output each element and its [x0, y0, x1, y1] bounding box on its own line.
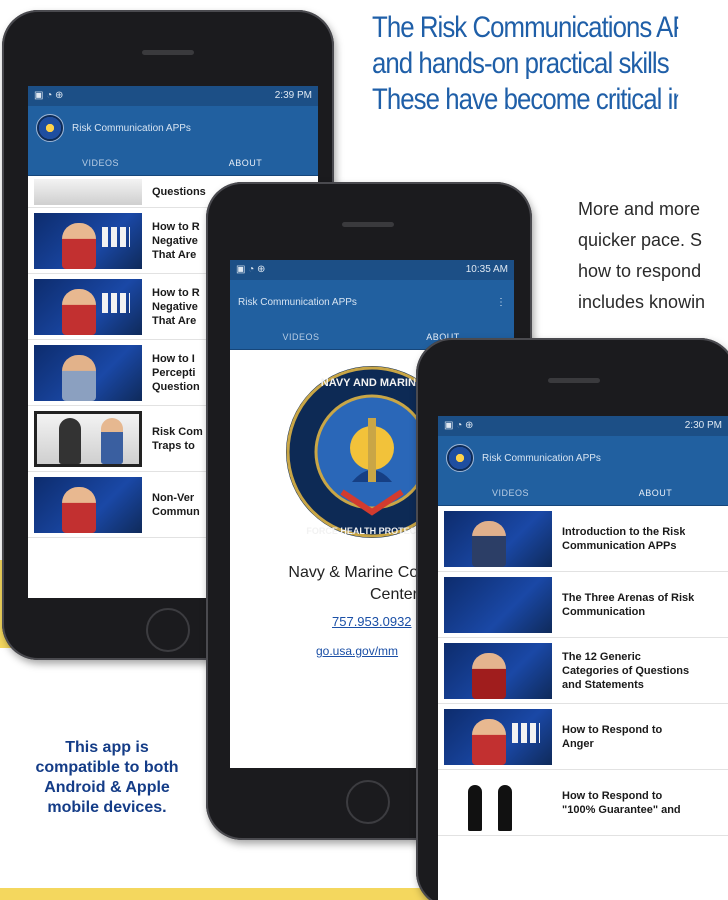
phone-right-screen: ▣ ◔ ⊕ 2:30 PM Risk Communication APPs VI… — [438, 416, 728, 900]
video-title: How to Respond to — [562, 723, 663, 736]
app-title: Risk Communication APPs — [72, 122, 191, 134]
video-title: That Are — [152, 314, 197, 327]
tab-about[interactable]: ABOUT — [583, 480, 728, 505]
headline: The Risk Communications AP and hands-on … — [372, 10, 678, 118]
video-title: The Three Arenas of Risk — [562, 591, 695, 604]
video-title: Commun — [152, 505, 200, 518]
video-title: Non-Ver — [152, 491, 195, 504]
compat-line-3: Android & Apple — [44, 779, 170, 796]
video-title: Communication — [562, 605, 646, 618]
video-thumbnail — [34, 178, 142, 205]
video-thumbnail — [34, 344, 142, 401]
phone-mid-speaker — [342, 222, 394, 227]
tab-videos[interactable]: VIDEOS — [28, 150, 173, 175]
video-title: How to R — [152, 286, 200, 299]
video-title: "100% Guarantee" and — [562, 803, 681, 816]
video-title: How to I — [152, 352, 195, 365]
phone-left-home-button — [146, 608, 190, 652]
video-thumbnail — [34, 278, 142, 335]
status-icons: ▣ ◔ ⊕ — [236, 264, 266, 275]
phone-right: ▣ ◔ ⊕ 2:30 PM Risk Communication APPs VI… — [416, 338, 728, 900]
app-title: Risk Communication APPs — [482, 452, 601, 464]
list-item[interactable]: How to Respond to Anger — [438, 704, 728, 770]
overflow-menu-icon[interactable]: ⋮ — [496, 297, 506, 308]
video-title: Percepti — [152, 366, 196, 379]
website-link[interactable]: go.usa.gov/mm — [316, 644, 398, 658]
compat-line-4: mobile devices. — [47, 799, 167, 816]
headline-line-2: and hands-on practical skills — [372, 47, 670, 80]
video-title: Categories of Questions — [562, 664, 690, 677]
app-bar: Risk Communication APPs — [438, 436, 728, 480]
list-item[interactable]: Introduction to the Risk Communication A… — [438, 506, 728, 572]
phone-left-speaker — [142, 50, 194, 55]
status-icons: ▣ ◔ ⊕ — [34, 90, 64, 101]
paragraph-line-1: More and more — [578, 199, 701, 219]
compat-line-2: compatible to both — [35, 759, 179, 776]
app-logo-icon — [446, 444, 474, 472]
tab-videos[interactable]: VIDEOS — [230, 324, 372, 349]
video-title: Questions — [152, 185, 206, 198]
tab-videos[interactable]: VIDEOS — [438, 480, 583, 505]
video-title: and Statements — [562, 678, 644, 691]
list-item[interactable]: The Three Arenas of Risk Communication — [438, 572, 728, 638]
video-title: Question — [152, 380, 200, 393]
video-thumbnail — [444, 642, 552, 699]
video-thumbnail — [34, 212, 142, 269]
app-title: Risk Communication APPs — [238, 296, 357, 308]
status-time: 2:39 PM — [274, 90, 312, 101]
video-title: That Are — [152, 248, 197, 261]
phone-mid-home-button — [346, 780, 390, 824]
video-title: Traps to — [152, 439, 195, 452]
status-icons: ▣ ◔ ⊕ — [444, 420, 474, 431]
video-thumbnail — [34, 410, 142, 467]
seal-top-text: NAVY AND MARINE — [321, 377, 423, 389]
paragraph-line-4: includes knowin — [578, 292, 706, 312]
compat-line-1: This app is — [65, 739, 149, 756]
app-bar: Risk Communication APPs — [28, 106, 318, 150]
video-title: Introduction to the Risk — [562, 525, 686, 538]
video-title: Anger — [562, 737, 594, 750]
body-paragraph: More and more quicker pace. S how to res… — [578, 194, 728, 318]
paragraph-line-3: how to respond — [578, 261, 702, 281]
tab-about[interactable]: ABOUT — [173, 150, 318, 175]
video-thumbnail — [444, 708, 552, 765]
headline-line-3: These have become critical in — [372, 83, 679, 116]
video-thumbnail — [34, 476, 142, 533]
paragraph-line-2: quicker pace. S — [578, 230, 703, 250]
app-bar: Risk Communication APPs ⋮ — [230, 280, 514, 324]
video-thumbnail — [444, 510, 552, 567]
page: The Risk Communications AP and hands-on … — [0, 0, 728, 900]
video-title: Negative — [152, 234, 198, 247]
status-bar: ▣ ◔ ⊕ 2:30 PM — [438, 416, 728, 436]
status-bar: ▣ ◔ ⊕ 2:39 PM — [28, 86, 318, 106]
headline-line-1: The Risk Communications AP — [372, 11, 679, 44]
video-thumbnail — [444, 774, 552, 831]
video-thumbnail — [444, 576, 552, 633]
video-title: How to Respond to — [562, 789, 663, 802]
tab-bar: VIDEOS ABOUT — [28, 150, 318, 176]
phone-link[interactable]: 757.953.0932 — [332, 614, 412, 629]
tab-bar: VIDEOS ABOUT — [438, 480, 728, 506]
video-title: Negative — [152, 300, 198, 313]
list-item[interactable]: The 12 Generic Categories of Questions a… — [438, 638, 728, 704]
app-logo-icon — [36, 114, 64, 142]
video-title: Risk Com — [152, 425, 203, 438]
video-title: How to R — [152, 220, 200, 233]
compatibility-note: This app is compatible to both Android &… — [4, 738, 210, 818]
video-list: Introduction to the Risk Communication A… — [438, 506, 728, 836]
list-item[interactable]: How to Respond to "100% Guarantee" and — [438, 770, 728, 836]
video-title: The 12 Generic — [562, 650, 641, 663]
status-bar: ▣ ◔ ⊕ 10:35 AM — [230, 260, 514, 280]
video-title: Communication APPs — [562, 539, 677, 552]
phone-right-speaker — [548, 378, 600, 383]
status-time: 2:30 PM — [684, 420, 722, 431]
status-time: 10:35 AM — [465, 264, 508, 275]
